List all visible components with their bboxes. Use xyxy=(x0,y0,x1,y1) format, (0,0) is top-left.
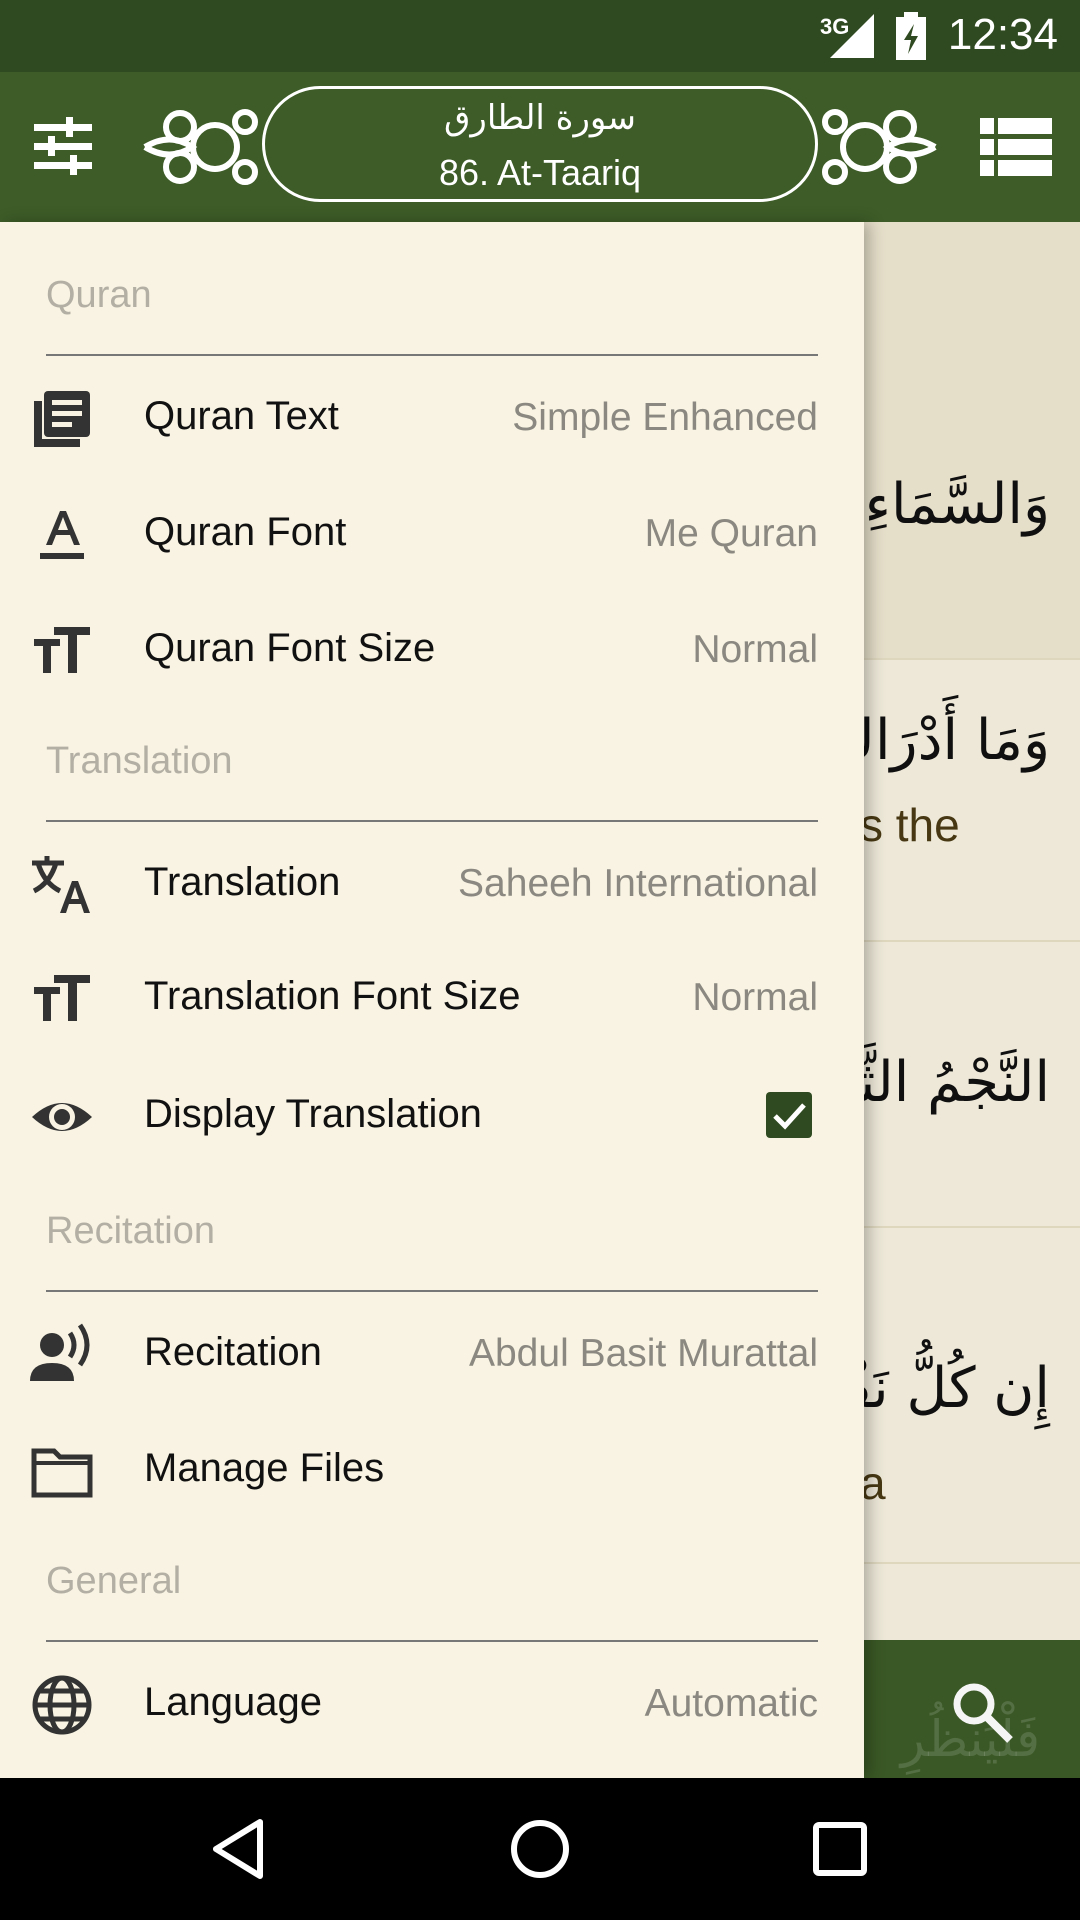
setting-value: Normal xyxy=(692,976,818,1019)
setting-quran-text[interactable]: Quran Text Simple Enhanced xyxy=(0,362,864,472)
status-time: 12:34 xyxy=(947,10,1058,59)
surah-title[interactable]: سورة الطارق 86. At-Taariq xyxy=(140,84,940,210)
translate-icon xyxy=(32,856,90,913)
setting-manage-files[interactable]: Manage Files xyxy=(0,1414,864,1524)
setting-title: Translation xyxy=(144,860,341,904)
text-size-icon xyxy=(34,627,90,673)
list-view-icon[interactable] xyxy=(980,116,1052,178)
ornament-right-icon xyxy=(822,109,937,185)
text-size-icon xyxy=(34,975,90,1021)
recents-icon[interactable] xyxy=(805,1814,875,1884)
setting-language[interactable]: Language Automatic xyxy=(0,1648,864,1758)
battery-icon xyxy=(896,12,926,60)
setting-value: Me Quran xyxy=(644,512,818,555)
section-divider xyxy=(46,820,818,822)
setting-value: Normal xyxy=(692,628,818,671)
home-icon[interactable] xyxy=(505,1814,575,1884)
setting-title: Recitation xyxy=(144,1330,322,1374)
setting-quran-font-size[interactable]: Quran Font Size Normal xyxy=(0,594,864,704)
section-divider xyxy=(46,354,818,356)
setting-display-translation[interactable]: Display Translation xyxy=(0,1060,864,1170)
check-icon xyxy=(773,1103,806,1130)
app-bar: سورة الطارق 86. At-Taariq xyxy=(0,72,1080,222)
settings-drawer: Quran Quran Text Simple Enhanced Quran F… xyxy=(0,222,864,1778)
section-header-quran: Quran xyxy=(46,274,152,316)
setting-value: Simple Enhanced xyxy=(512,396,818,439)
setting-quran-font[interactable]: Quran Font Me Quran xyxy=(0,478,864,588)
eye-icon xyxy=(32,1103,92,1131)
setting-translation[interactable]: Translation Saheeh International xyxy=(0,828,864,938)
section-divider xyxy=(46,1290,818,1292)
setting-title: Quran Text xyxy=(144,394,339,438)
folder-icon xyxy=(31,1448,93,1498)
display-translation-checkbox[interactable] xyxy=(766,1092,812,1138)
font-icon xyxy=(40,511,84,559)
setting-title: Quran Font xyxy=(144,510,347,554)
setting-value: Saheeh International xyxy=(458,862,818,905)
back-icon[interactable] xyxy=(206,1814,276,1884)
signal-icon xyxy=(830,14,874,58)
setting-title: Display Translation xyxy=(144,1092,482,1136)
status-bar: 3G 12:34 xyxy=(0,0,1080,72)
setting-value: Abdul Basit Murattal xyxy=(468,1332,818,1375)
setting-translation-font-size[interactable]: Translation Font Size Normal xyxy=(0,942,864,1052)
section-header-recitation: Recitation xyxy=(46,1210,215,1252)
globe-icon xyxy=(32,1675,92,1735)
voice-icon xyxy=(30,1323,90,1381)
section-header-general: General xyxy=(46,1560,182,1602)
setting-value: Automatic xyxy=(644,1682,818,1725)
tune-icon[interactable] xyxy=(30,114,96,180)
drawer-scrim[interactable] xyxy=(864,222,1080,1778)
setting-title: Translation Font Size xyxy=(144,974,521,1018)
section-header-translation: Translation xyxy=(46,740,233,782)
book-pages-icon xyxy=(34,391,90,447)
system-nav-bar xyxy=(0,1778,1080,1920)
setting-title: Quran Font Size xyxy=(144,626,436,670)
setting-title: Language xyxy=(144,1680,322,1724)
setting-recitation[interactable]: Recitation Abdul Basit Murattal xyxy=(0,1298,864,1408)
setting-title: Manage Files xyxy=(144,1446,385,1490)
section-divider xyxy=(46,1640,818,1642)
